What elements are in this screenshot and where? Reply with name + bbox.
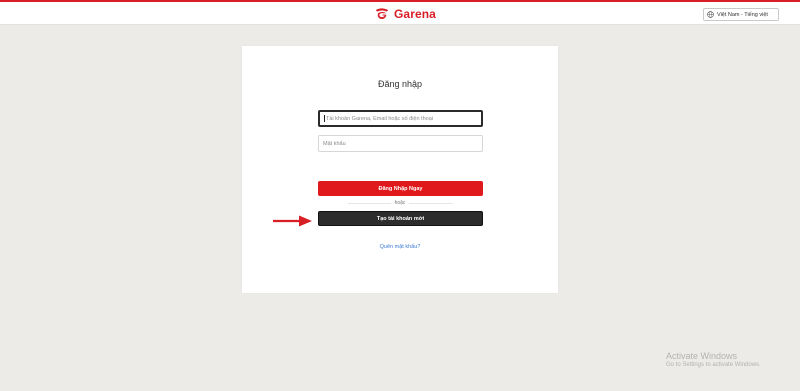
password-input[interactable]: Mật khẩu [318, 135, 483, 152]
account-placeholder: Tài khoản Garena, Email hoặc số điện tho… [326, 115, 434, 122]
garena-logo[interactable]: Garena [374, 6, 436, 22]
text-cursor [324, 115, 325, 122]
red-arrow-icon [273, 215, 312, 227]
login-title: Đăng nhập [377, 79, 423, 89]
brand-name: Garena [394, 7, 436, 21]
or-text: hoặc [390, 200, 410, 206]
windows-watermark-subtitle: Go to Settings to activate Windows. [666, 362, 761, 368]
or-separator: hoặc [242, 200, 558, 206]
language-label: Việt Nam - Tiếng việt [717, 11, 768, 18]
garena-logo-icon [375, 8, 389, 20]
login-button[interactable]: Đăng Nhập Ngay [318, 181, 483, 196]
login-card: Đăng nhập Tài khoản Garena, Email hoặc s… [242, 46, 558, 293]
account-input[interactable]: Tài khoản Garena, Email hoặc số điện tho… [318, 110, 483, 127]
create-account-button[interactable]: Tạo tài khoản mới [318, 211, 483, 226]
language-selector[interactable]: Việt Nam - Tiếng việt [703, 8, 779, 21]
password-placeholder: Mật khẩu [323, 140, 346, 147]
globe-icon [707, 11, 714, 18]
forgot-password-link[interactable]: Quên mật khẩu? [242, 244, 558, 250]
windows-watermark-title: Activate Windows [666, 351, 738, 361]
top-header: Garena Việt Nam - Tiếng việt [0, 2, 800, 25]
